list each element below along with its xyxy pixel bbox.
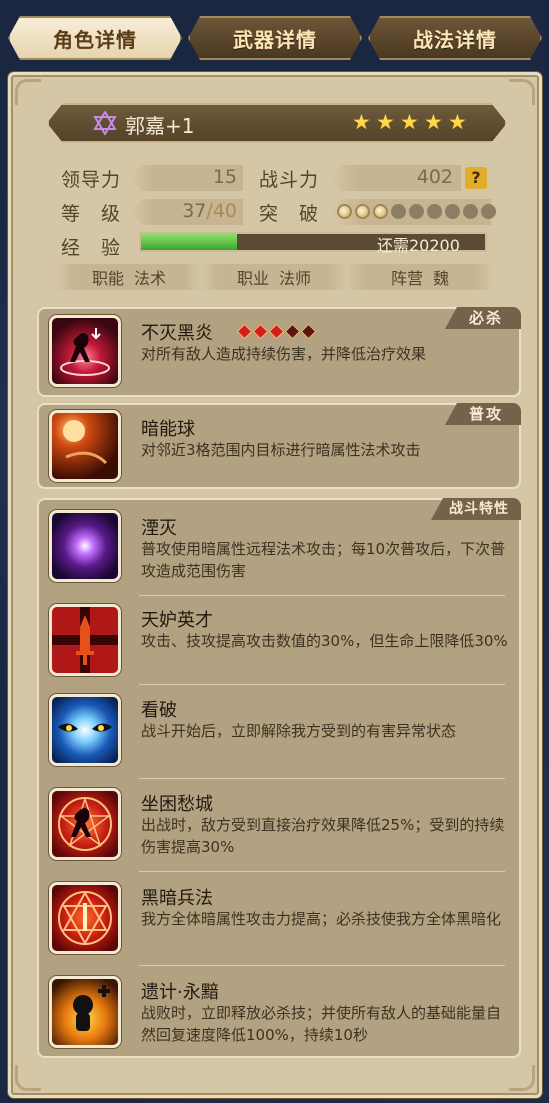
rank-diamond-icon: [236, 323, 253, 340]
panel-corner-ornament: [509, 1065, 535, 1091]
faction-value: 魏: [433, 269, 450, 288]
battle-traits-tag: 战斗特性: [431, 498, 521, 520]
star-icon: ★: [352, 110, 371, 134]
skill-name: 湮灭: [141, 518, 177, 539]
divider: [139, 595, 505, 596]
tab-bar: 角色详情 武器详情 战法详情: [8, 16, 542, 62]
level-max: 40: [212, 200, 237, 222]
skill-name: 天妒英才: [141, 610, 213, 631]
role-info: 职能 法术: [57, 264, 201, 290]
bomb-figure-icon: [49, 976, 121, 1048]
skill-description: 对所有敌人造成持续伤害，并降低治疗效果: [141, 345, 427, 363]
skill-description: 战败时，立即释放必杀技；并使所有敌人的基础能量自然回复速度降低100%，持续10…: [141, 1004, 502, 1044]
breakthrough-dot: [463, 204, 478, 219]
divider: [139, 871, 505, 872]
star-icon: ★: [376, 110, 395, 134]
breakthrough-dot: [427, 204, 442, 219]
tab-weapon-details[interactable]: 武器详情: [188, 16, 362, 60]
skill-name: 不灭黑炎: [141, 323, 213, 344]
leadership-value: 15: [212, 166, 237, 188]
skill-name: 看破: [141, 700, 177, 721]
normal-attack-section: 普攻 暗能球 对邻近3格范围内目标进行暗属性法术攻击: [37, 403, 521, 489]
ultimate-tag: 必杀: [444, 307, 521, 329]
help-icon[interactable]: ?: [465, 167, 487, 189]
star-icon: ★: [424, 110, 443, 134]
rank-diamond-icon: [300, 323, 317, 340]
breakthrough-dot: [391, 204, 406, 219]
shadow-flame-icon: [49, 315, 121, 387]
star-rating: ★ ★ ★ ★ ★: [352, 112, 469, 133]
hexagram-faction-icon: [93, 111, 117, 135]
hexagram-sword-icon: [49, 882, 121, 954]
faction-info: 阵营 魏: [347, 264, 493, 290]
divider: [139, 684, 505, 685]
skill-name: 暗能球: [141, 419, 195, 440]
power-label: 战斗力: [259, 169, 320, 191]
breakthrough-dot: [409, 204, 424, 219]
divider: [139, 778, 505, 779]
exp-remaining: 还需20200: [377, 236, 460, 255]
skill-description: 对邻近3格范围内目标进行暗属性法术攻击: [141, 441, 421, 459]
class-value: 法师: [279, 269, 312, 288]
role-label: 职能: [91, 269, 124, 288]
leadership-label: 领导力: [61, 169, 122, 191]
skill-name: 遗计·永黯: [141, 982, 219, 1003]
skill-name: 坐困愁城: [141, 794, 213, 815]
sword-cross-icon: [49, 604, 121, 676]
level-value: 37/40: [131, 200, 237, 222]
skill-rank-indicator: [236, 323, 317, 340]
class-label: 职业: [236, 269, 269, 288]
pentagram-figure-icon: [49, 788, 121, 860]
ultimate-skill-section: 必杀 不灭黑炎 对所有敌人造成持续伤害，并降低治疗效果: [37, 307, 521, 397]
eyes-icon: [49, 694, 121, 766]
role-value: 法术: [134, 269, 167, 288]
annihilation-icon: [49, 510, 121, 582]
character-panel: 郭嘉+1 ★ ★ ★ ★ ★ 领导力 15 战斗力 402 ? 等 级 37/40 突 …: [8, 72, 542, 1098]
rank-diamond-icon: [252, 323, 269, 340]
battle-traits-section: 战斗特性 湮灭 普攻使用暗属性远程法术攻击；每10次普攻后，下次普攻造成范围伤害…: [37, 498, 521, 1058]
panel-corner-ornament: [509, 79, 535, 105]
normal-attack-tag: 普攻: [444, 403, 521, 425]
breakthrough-indicator: [337, 204, 496, 219]
faction-label: 阵营: [390, 269, 423, 288]
hero-name: 郭嘉+1: [125, 114, 195, 138]
breakthrough-dot: [355, 204, 370, 219]
exp-bar-fill: [141, 234, 238, 250]
panel-corner-ornament: [15, 1065, 41, 1091]
exp-label: 经 验: [61, 237, 122, 259]
skill-description: 攻击、技攻提高攻击数值的30%，但生命上限降低30%: [141, 632, 508, 650]
tab-tactic-details[interactable]: 战法详情: [368, 16, 542, 60]
skill-description: 普攻使用暗属性远程法术攻击；每10次普攻后，下次普攻造成范围伤害: [141, 540, 506, 580]
level-current: 37: [182, 200, 207, 222]
skill-description: 我方全体暗属性攻击力提高；必杀技使我方全体黑暗化: [141, 910, 502, 928]
skill-name: 黑暗兵法: [141, 888, 213, 909]
tab-character-details[interactable]: 角色详情: [8, 16, 182, 60]
breakthrough-dot: [445, 204, 460, 219]
breakthrough-dot: [373, 204, 388, 219]
star-icon: ★: [400, 110, 419, 134]
panel-corner-ornament: [15, 79, 41, 105]
class-info: 职业 法师: [201, 264, 347, 290]
skill-description: 战斗开始后，立即解除我方受到的有害异常状态: [141, 722, 457, 740]
star-icon: ★: [448, 110, 467, 134]
level-label: 等 级: [61, 203, 122, 225]
rank-diamond-icon: [268, 323, 285, 340]
dark-orb-icon: [49, 410, 121, 482]
skill-description: 出战时，敌方受到直接治疗效果降低25%；受到的持续伤害提高30%: [141, 816, 505, 856]
rank-diamond-icon: [284, 323, 301, 340]
power-value: 402: [416, 166, 453, 188]
divider: [139, 965, 505, 966]
breakthrough-dot: [337, 204, 352, 219]
breakthrough-dot: [481, 204, 496, 219]
breakthrough-label: 突 破: [259, 203, 320, 225]
